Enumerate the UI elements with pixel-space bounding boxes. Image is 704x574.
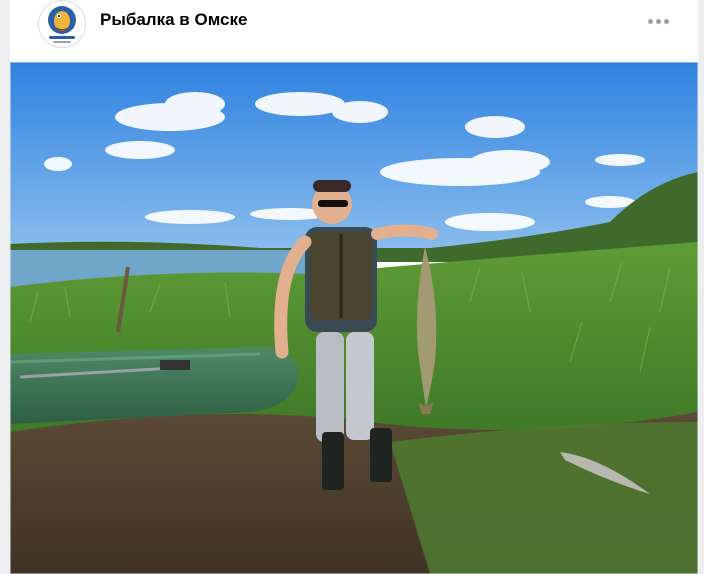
more-dots-icon-dot: [663, 18, 669, 24]
fishing-photo-illustration: [10, 62, 698, 574]
group-avatar[interactable]: [38, 0, 86, 48]
post-header: Рыбалка в Омске: [10, 0, 698, 62]
post-card: Рыбалка в Омске: [10, 0, 698, 574]
more-dots-icon: [647, 18, 653, 24]
post-photo[interactable]: [10, 62, 698, 574]
more-options-button[interactable]: [638, 10, 678, 32]
group-name[interactable]: Рыбалка в Омске: [100, 10, 247, 30]
more-dots-icon-dot: [655, 18, 661, 24]
fishing-club-logo-icon: [40, 2, 84, 46]
grass-patch: [390, 422, 698, 574]
